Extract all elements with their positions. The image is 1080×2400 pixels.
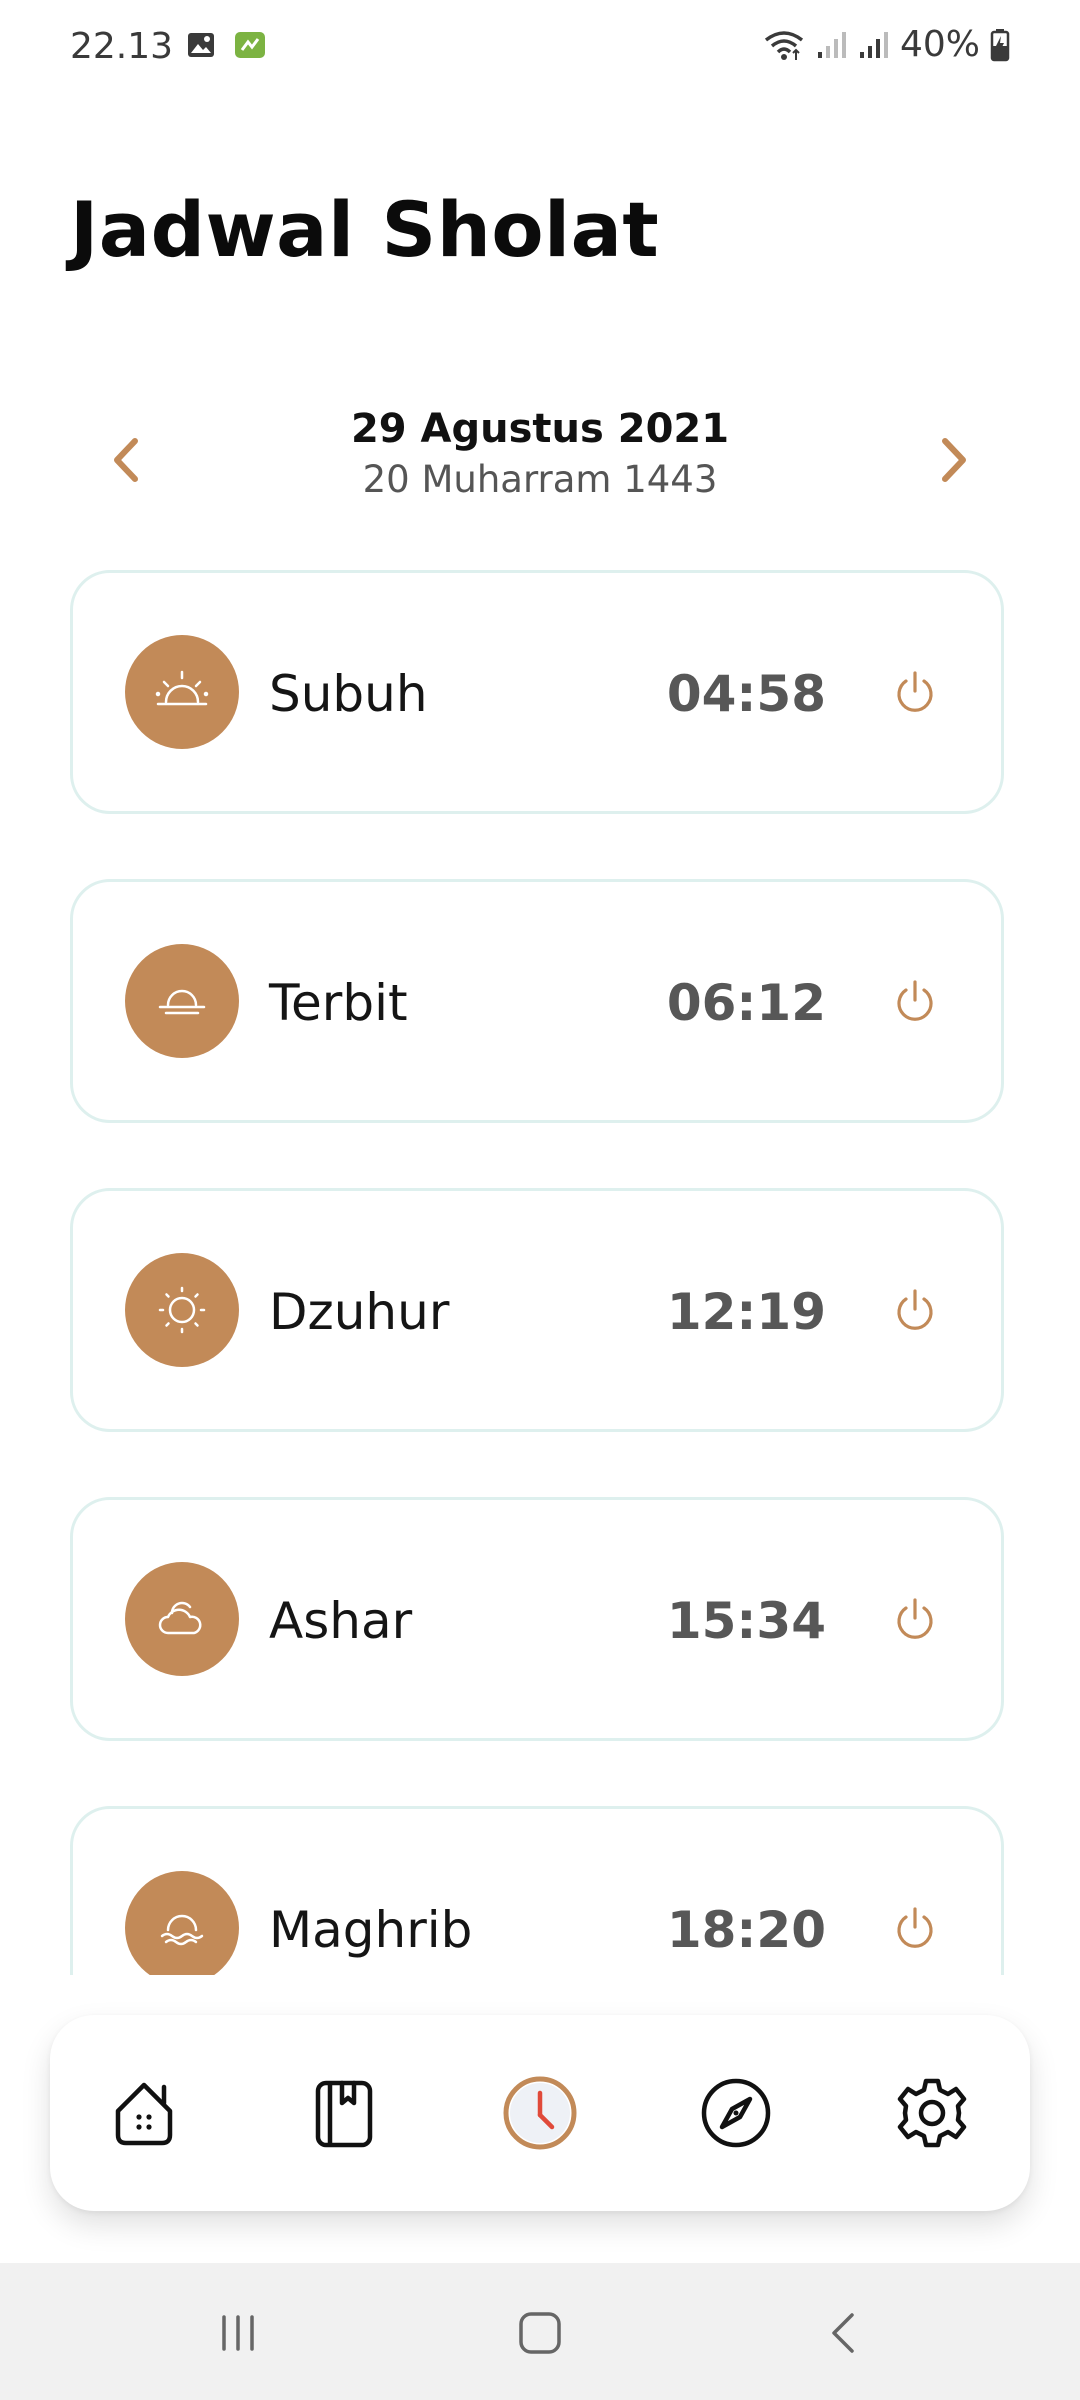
alarm-toggle-button[interactable] [887,1901,943,1957]
chevron-right-icon [942,438,966,482]
sunset-icon [125,1871,239,1975]
nav-settings-button[interactable] [882,2063,982,2163]
recent-apps-button[interactable] [208,2303,268,2363]
prayer-time: 12:19 [666,1283,826,1341]
prayer-time: 18:20 [666,1901,826,1959]
sun-icon [125,1253,239,1367]
image-icon [188,33,214,57]
nav-schedule-button[interactable] [490,2063,590,2163]
prayer-card-subuh[interactable]: Subuh 04:58 [70,570,1004,814]
system-navigation-bar [0,2263,1080,2400]
alarm-toggle-button[interactable] [887,1592,943,1648]
power-icon [897,980,933,1021]
dawn-icon [125,635,239,749]
alarm-toggle-button[interactable] [887,665,943,721]
power-icon [897,671,933,712]
back-icon [832,2313,854,2353]
alarm-toggle-button[interactable] [887,974,943,1030]
hijri-date: 20 Muharram 1443 [362,458,718,501]
alarm-toggle-button[interactable] [887,1283,943,1339]
cloud-sun-icon [125,1562,239,1676]
recent-apps-icon [222,2315,254,2351]
nav-home-button[interactable] [98,2063,198,2163]
prayer-list[interactable]: Subuh 04:58 Terbit 06:12 Dzuhur 12:19 As… [70,570,1010,1975]
power-icon [897,1598,933,1639]
clock-icon [503,2076,577,2150]
prayer-card-dzuhur[interactable]: Dzuhur 12:19 [70,1188,1004,1432]
next-day-button[interactable] [924,430,984,490]
status-right: 40% [762,24,1010,65]
prayer-name: Subuh [269,665,428,723]
prayer-time: 04:58 [666,665,826,723]
prayer-card-terbit[interactable]: Terbit 06:12 [70,879,1004,1123]
home-square-icon [519,2312,561,2354]
status-notification-icons [186,30,266,60]
power-icon [897,1907,933,1948]
back-button[interactable] [814,2303,874,2363]
page-title: Jadwal Sholat [70,185,660,274]
prayer-card-maghrib[interactable]: Maghrib 18:20 [70,1806,1004,1975]
signal-icon [817,31,846,58]
date-navigator: 29 Agustus 2021 20 Muharram 1443 [0,400,1080,520]
prayer-time: 15:34 [666,1592,826,1650]
battery-percent: 40% [899,24,980,65]
prayer-name: Terbit [269,974,408,1032]
status-time: 22.13 [70,26,174,67]
bottom-navigation [50,2015,1030,2211]
battery-charging-icon [990,28,1010,61]
quran-icon [315,2080,373,2148]
wifi-icon [764,30,804,60]
status-bar: 22.13 40% [0,0,1080,100]
compass-icon [701,2078,771,2148]
prayer-name: Maghrib [269,1901,473,1959]
power-icon [897,1289,933,1330]
gregorian-date: 29 Agustus 2021 [350,406,730,452]
nav-quran-button[interactable] [294,2063,394,2163]
signal-icon [859,31,888,58]
home-system-button[interactable] [510,2303,570,2363]
settings-icon [897,2078,967,2148]
nav-qibla-button[interactable] [686,2063,786,2163]
sunrise-icon [125,944,239,1058]
prayer-time: 06:12 [666,974,826,1032]
prayer-card-ashar[interactable]: Ashar 15:34 [70,1497,1004,1741]
home-icon [115,2082,173,2146]
prayer-name: Ashar [269,1592,413,1650]
prayer-name: Dzuhur [269,1283,450,1341]
app-notification-icon [235,32,265,58]
